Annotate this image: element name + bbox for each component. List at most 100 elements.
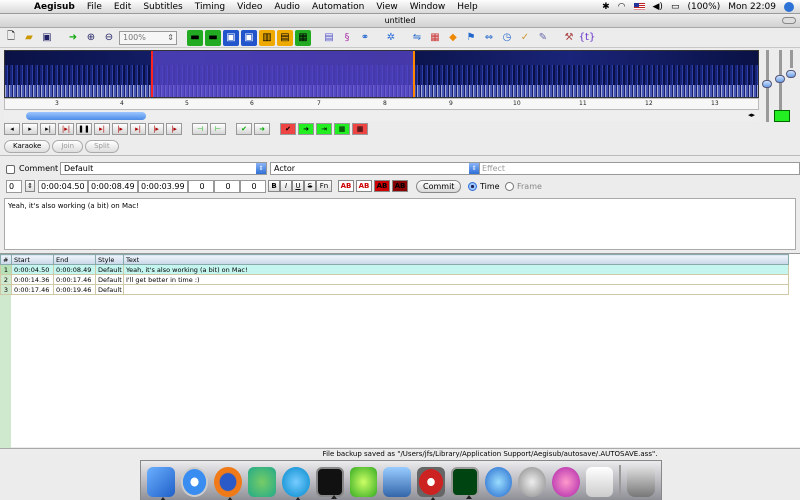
col-header-num[interactable]: #	[0, 254, 12, 265]
menu-edit[interactable]: Edit	[108, 2, 137, 12]
menu-automation[interactable]: Automation	[306, 2, 370, 12]
join-button[interactable]: Join	[52, 140, 84, 153]
link-slider[interactable]	[790, 50, 793, 68]
commit-button[interactable]: Commit	[416, 180, 462, 193]
hammer-icon[interactable]: ⚒	[561, 30, 577, 46]
video-grid-icon[interactable]: ▤	[277, 29, 293, 46]
safari-icon[interactable]	[180, 467, 209, 497]
auto-scroll-toggle[interactable]: ⇥	[316, 123, 332, 135]
messenger-icon[interactable]	[248, 467, 276, 497]
underline-button[interactable]: U	[292, 180, 304, 192]
bluetooth-icon[interactable]: ✱	[602, 2, 610, 12]
play-to-end-button[interactable]: |▸	[166, 123, 182, 135]
menu-audio[interactable]: Audio	[268, 2, 306, 12]
margin-right-field[interactable]: 0	[214, 180, 240, 193]
menu-timing[interactable]: Timing	[189, 2, 231, 12]
snap-keyframe-icon[interactable]: ▥	[259, 29, 275, 46]
start-time-field[interactable]: 0:00:04.50	[38, 180, 88, 193]
zoom-out-icon[interactable]: ⊖	[101, 30, 117, 46]
app-icon[interactable]	[552, 467, 580, 497]
menu-file[interactable]: File	[81, 2, 108, 12]
split-button[interactable]: Split	[85, 140, 119, 153]
open-file-icon[interactable]: ▰	[21, 30, 37, 46]
spectrum-toggle[interactable]: ▦	[334, 123, 350, 135]
col-header-text[interactable]: Text	[123, 254, 789, 265]
trash-icon[interactable]	[627, 467, 656, 497]
lead-in-button[interactable]: ⊣	[192, 123, 208, 135]
auto-next-toggle[interactable]: ➜	[298, 123, 314, 135]
toolbar-toggle-button[interactable]	[782, 17, 796, 24]
stop-button[interactable]: ❚❚	[76, 123, 92, 135]
layer-field[interactable]: 0	[6, 180, 22, 193]
snap-scene-icon[interactable]: ▦	[295, 29, 311, 46]
input-flag-icon[interactable]	[633, 3, 645, 10]
audio-scrollbar[interactable]: ◂▸	[4, 111, 759, 121]
actor-combo[interactable]: Actor ⇕	[270, 162, 480, 175]
resample-icon[interactable]: ▦	[427, 30, 443, 46]
menu-help[interactable]: Help	[451, 2, 484, 12]
strikeout-button[interactable]: S	[304, 180, 316, 192]
zoom-in-icon[interactable]: ⊕	[83, 30, 99, 46]
commit-check-button[interactable]: ✔	[236, 123, 252, 135]
tags-toggle-icon[interactable]: {t}	[579, 30, 596, 46]
translation-icon[interactable]: ⇋	[409, 30, 425, 46]
xcode-icon[interactable]	[383, 467, 411, 497]
terminal-icon[interactable]	[315, 467, 344, 499]
new-file-icon[interactable]: 🗋	[3, 30, 19, 46]
col-header-end[interactable]: End	[53, 254, 96, 265]
menu-view[interactable]: View	[370, 2, 403, 12]
battery-icon[interactable]: ▭	[671, 2, 680, 12]
commit-audio-toggle[interactable]	[774, 110, 790, 122]
menu-subtitles[interactable]: Subtitles	[137, 2, 188, 12]
jump-to-icon[interactable]: ➜	[65, 30, 81, 46]
next-line-button[interactable]: ▸	[22, 123, 38, 135]
gecko-icon[interactable]	[349, 467, 378, 497]
time-radio[interactable]	[468, 182, 477, 191]
subtitle-text-editor[interactable]: Yeah, it's also working (a bit) on Mac!	[4, 198, 796, 250]
play-before-end-button[interactable]: ▸|	[130, 123, 146, 135]
kanji-timer-icon[interactable]: ⚑	[463, 30, 479, 46]
prev-line-button[interactable]: ◂	[4, 123, 20, 135]
activity-monitor-icon[interactable]	[450, 467, 479, 499]
finder-icon[interactable]	[147, 467, 175, 500]
system-preferences-icon[interactable]	[518, 467, 547, 497]
play-after-start-button[interactable]: |▸	[112, 123, 128, 135]
play-before-button[interactable]: ▸|	[94, 123, 110, 135]
link-knob[interactable]	[786, 70, 796, 78]
skype-icon[interactable]	[281, 467, 310, 500]
shift-times-icon[interactable]: ⇔	[481, 30, 497, 46]
auto-commit-toggle[interactable]: ✔	[280, 123, 296, 135]
layer-stepper[interactable]: ⇕	[25, 180, 35, 192]
video-jump-start-icon[interactable]: ▬	[187, 29, 203, 46]
set-end-video-icon[interactable]: ▣	[241, 29, 257, 46]
style-combo[interactable]: Default ⇕	[60, 162, 267, 175]
video-jump-end-icon[interactable]: ▬	[205, 29, 221, 46]
menu-app[interactable]: Aegisub	[28, 2, 81, 12]
font-button[interactable]: Fn	[316, 180, 332, 192]
primary-color-button[interactable]: AB	[338, 180, 354, 192]
actor-dropdown-icon[interactable]: ⇕	[469, 163, 479, 174]
lead-out-button[interactable]: ⊢	[210, 123, 226, 135]
audio-spectrum[interactable]	[4, 50, 759, 98]
firefox-icon[interactable]	[214, 467, 243, 500]
end-time-field[interactable]: 0:00:08.49	[88, 180, 138, 193]
scroll-arrows-icon[interactable]: ◂▸	[748, 111, 755, 119]
frame-radio[interactable]	[505, 182, 514, 191]
bold-button[interactable]: B	[268, 180, 280, 192]
table-row[interactable]: 1 0:00:04.50 0:00:08.49 Default Yeah, it…	[0, 264, 789, 275]
shadow-color-button[interactable]: AB	[392, 180, 408, 192]
menu-window[interactable]: Window	[404, 2, 452, 12]
aegisub-dock-icon[interactable]	[416, 467, 445, 500]
zoom-combo[interactable]: 100%	[119, 30, 177, 45]
duration-field[interactable]: 0:00:03.99	[138, 180, 188, 193]
goto-button[interactable]: ➜	[254, 123, 270, 135]
play-line-button[interactable]: |▸|	[58, 123, 74, 135]
medusa-toggle[interactable]: ▦	[352, 123, 368, 135]
play-selection-button[interactable]: ▸|	[40, 123, 56, 135]
menu-clock[interactable]: Mon 22:09	[728, 2, 776, 12]
audio-selection[interactable]	[151, 51, 415, 97]
menu-video[interactable]: Video	[231, 2, 268, 12]
save-file-icon[interactable]: ▣	[39, 30, 55, 46]
timing-postprocessor-icon[interactable]: ◆	[445, 30, 461, 46]
spell-check-icon[interactable]: ✓	[517, 30, 533, 46]
